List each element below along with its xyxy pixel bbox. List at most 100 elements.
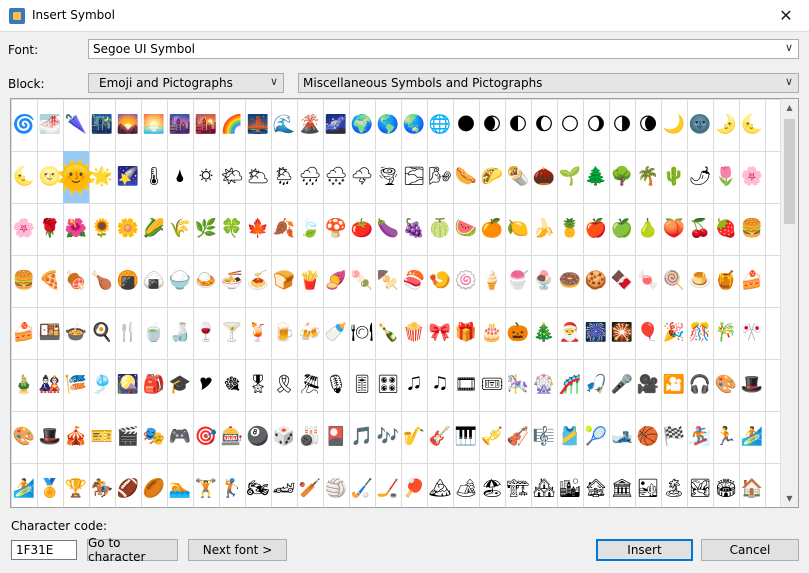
symbol-cell[interactable]: 🍭 <box>661 255 687 307</box>
symbol-cell[interactable]: 🌷 <box>713 151 739 203</box>
symbol-cell[interactable]: 🌻 <box>89 203 115 255</box>
symbol-cell[interactable]: 🍶 <box>167 307 193 359</box>
symbol-cell[interactable]: 🌢 <box>167 151 193 203</box>
symbol-cell[interactable]: 🌁 <box>37 99 63 151</box>
symbol-cell[interactable]: 🏈 <box>115 463 141 507</box>
symbol-cell[interactable]: 🍞 <box>271 255 297 307</box>
symbol-cell[interactable]: 🌏 <box>401 99 427 151</box>
symbol-cell[interactable]: 🍩 <box>557 255 583 307</box>
symbol-cell[interactable]: 🍦 <box>479 255 505 307</box>
symbol-cell[interactable]: 🍫 <box>609 255 635 307</box>
symbol-cell[interactable]: 🏀 <box>635 411 661 463</box>
symbol-cell[interactable]: 🍻 <box>297 307 323 359</box>
symbol-cell[interactable]: 🎬 <box>115 411 141 463</box>
symbol-cell[interactable]: 🎪 <box>63 411 89 463</box>
symbol-cell[interactable]: 🌛 <box>713 99 739 151</box>
symbol-grid[interactable]: 🌀 🌁 🌂 🌃 🌄 🌅 🌆 🌇 🌈 🌉 🌊 🌋 🌌 🌍 🌎 🌏 🌐 🌑 🌒 🌓 🌔 🌕 🌖 🌗 🌘 🌙 🌚 🌛 🌜 🌜 🌝 🌞 🌟 🌠 🌡 🌢 🌣 🌤 🌥 🌦… <box>10 98 799 508</box>
symbol-cell[interactable]: 🌙 <box>661 99 687 151</box>
symbol-cell[interactable]: 🏒 <box>375 463 401 507</box>
insert-button[interactable]: Insert <box>596 539 693 561</box>
symbol-cell[interactable]: 🍙 <box>141 255 167 307</box>
symbol-cell[interactable]: 🌔 <box>531 99 557 151</box>
symbol-cell[interactable]: 🏌 <box>219 463 245 507</box>
symbol-cell[interactable]: 🍉 <box>453 203 479 255</box>
symbol-cell[interactable]: 🌆 <box>167 99 193 151</box>
symbol-cell[interactable]: 🌕 <box>557 99 583 151</box>
symbol-cell[interactable]: 🍴 <box>115 307 141 359</box>
symbol-cell[interactable]: 🏛 <box>609 463 635 507</box>
symbol-cell[interactable]: 🍆 <box>375 203 401 255</box>
font-select[interactable]: Segoe UI Symbol ∨ <box>88 39 799 59</box>
symbol-cell[interactable]: 🎆 <box>583 307 609 359</box>
symbol-cell[interactable]: 🎹 <box>453 411 479 463</box>
symbol-cell[interactable]: 🌉 <box>245 99 271 151</box>
symbol-cell[interactable]: 🎎 <box>37 359 63 411</box>
symbol-cell[interactable]: 🎜 <box>401 359 427 411</box>
symbol-cell[interactable]: 🍟 <box>297 255 323 307</box>
symbol-cell[interactable]: 🎉 <box>661 307 687 359</box>
symbol-cell[interactable]: 🎨 <box>11 411 37 463</box>
symbol-cell[interactable]: 🏞 <box>687 463 713 507</box>
symbol-cell[interactable]: 🌬 <box>427 151 453 203</box>
symbol-cell[interactable]: 🌳 <box>609 151 635 203</box>
symbol-cell[interactable]: 🏃 <box>713 411 739 463</box>
symbol-cell[interactable]: 🏖 <box>479 463 505 507</box>
symbol-cell[interactable]: 🌂 <box>63 99 89 151</box>
symbol-cell[interactable]: 🌒 <box>479 99 505 151</box>
symbol-cell[interactable]: 🍕 <box>37 255 63 307</box>
cancel-button[interactable]: Cancel <box>701 539 799 561</box>
symbol-cell[interactable]: 🎛 <box>375 359 401 411</box>
symbol-cell[interactable]: 🌑 <box>453 99 479 151</box>
symbol-cell[interactable]: 🎅 <box>557 307 583 359</box>
symbol-cell[interactable]: 🍚 <box>167 255 193 307</box>
symbol-cell[interactable]: 🌟 <box>89 151 115 203</box>
symbol-cell[interactable]: 🏙 <box>557 463 583 507</box>
symbol-cell[interactable]: 🍺 <box>271 307 297 359</box>
symbol-cell[interactable]: 🍪 <box>583 255 609 307</box>
symbol-cell[interactable]: 🎼 <box>531 411 557 463</box>
symbol-cell[interactable]: 🌦 <box>271 151 297 203</box>
symbol-cell[interactable]: 🎔 <box>193 359 219 411</box>
symbol-cell[interactable]: 🍯 <box>713 255 739 307</box>
go-to-character-button[interactable]: Go to character <box>87 536 178 564</box>
symbol-cell[interactable]: 🎫 <box>89 411 115 463</box>
symbol-cell[interactable]: 🍷 <box>193 307 219 359</box>
symbol-cell[interactable]: 🍔 <box>11 255 37 307</box>
symbol-cell[interactable]: 🍏 <box>609 203 635 255</box>
symbol-cell[interactable]: 🎑 <box>115 359 141 411</box>
symbol-cell[interactable]: 🏐 <box>323 463 349 507</box>
symbol-cell[interactable]: 🍹 <box>245 307 271 359</box>
symbol-cell[interactable]: 🎩 <box>37 411 63 463</box>
symbol-cell[interactable]: 🍼 <box>323 307 349 359</box>
symbol-cell[interactable]: 🍃 <box>297 203 323 255</box>
symbol-cell[interactable]: 🎽 <box>557 411 583 463</box>
symbol-cell[interactable]: 🍔 <box>739 203 765 255</box>
symbol-cell[interactable]: 🎍 <box>11 359 37 411</box>
symbol-cell[interactable]: 🏜 <box>635 463 661 507</box>
symbol-cell[interactable]: 🌌 <box>323 99 349 151</box>
symbol-cell[interactable]: 🏕 <box>453 463 479 507</box>
symbol-cell[interactable]: 🍂 <box>271 203 297 255</box>
symbol-cell[interactable]: 🌾 <box>167 203 193 255</box>
symbol-cell[interactable]: 🎗 <box>271 359 297 411</box>
symbol-cell[interactable]: 🍥 <box>453 255 479 307</box>
symbol-cell[interactable]: 🌨 <box>323 151 349 203</box>
symbol-cell[interactable]: 🏎 <box>271 463 297 507</box>
symbol-cell[interactable]: 🏁 <box>661 411 687 463</box>
symbol-cell[interactable]: 🌽 <box>141 203 167 255</box>
vertical-scrollbar[interactable]: ▲ ▼ <box>780 99 798 507</box>
symbol-cell[interactable]: 🌓 <box>505 99 531 151</box>
symbol-cell[interactable]: 🍝 <box>245 255 271 307</box>
symbol-cell[interactable]: 🌜 <box>739 99 765 151</box>
symbol-cell[interactable]: 🎌 <box>739 307 765 359</box>
symbol-cell[interactable]: 🌀 <box>11 99 37 151</box>
symbol-cell[interactable]: 🎈 <box>635 307 661 359</box>
symbol-cell[interactable]: 🌖 <box>583 99 609 151</box>
symbol-cell[interactable]: 🏆 <box>63 463 89 507</box>
symbol-cell[interactable]: 🎟 <box>479 359 505 411</box>
symbol-cell[interactable]: 🍮 <box>687 255 713 307</box>
symbol-cell[interactable]: 🍈 <box>427 203 453 255</box>
symbol-cell[interactable]: 🍁 <box>245 203 271 255</box>
symbol-cell[interactable]: 🍬 <box>635 255 661 307</box>
symbol-cell[interactable]: 🌲 <box>583 151 609 203</box>
